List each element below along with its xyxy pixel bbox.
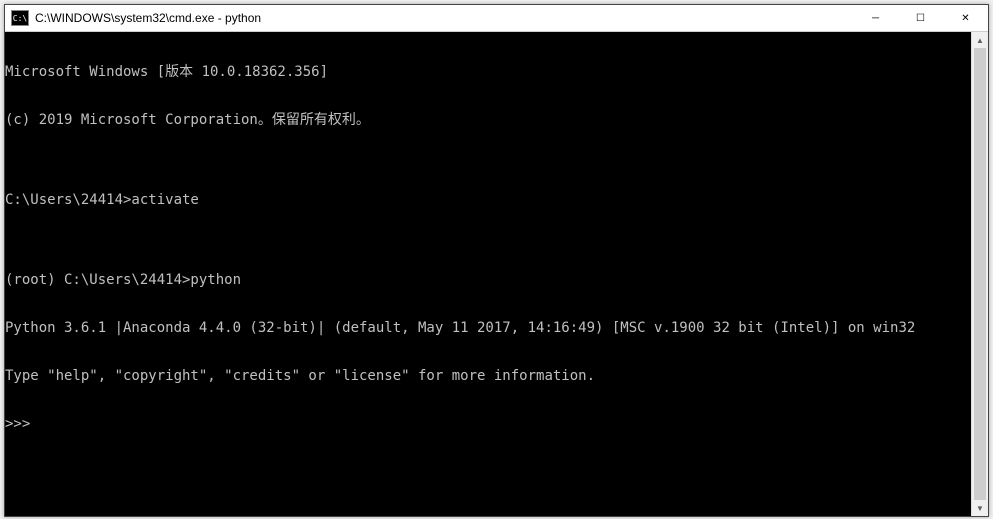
terminal-line: C:\Users\24414>activate bbox=[5, 192, 971, 208]
terminal-output[interactable]: Microsoft Windows [版本 10.0.18362.356] (c… bbox=[5, 32, 971, 516]
vertical-scrollbar[interactable]: ▲ ▼ bbox=[971, 32, 988, 516]
terminal-line: >>> bbox=[5, 416, 971, 432]
scroll-thumb[interactable] bbox=[974, 48, 986, 500]
window-title: C:\WINDOWS\system32\cmd.exe - python bbox=[35, 11, 853, 25]
cmd-window: C:\ C:\WINDOWS\system32\cmd.exe - python… bbox=[4, 4, 989, 517]
maximize-button[interactable]: ☐ bbox=[898, 5, 943, 31]
scroll-track[interactable] bbox=[972, 48, 988, 500]
scroll-down-button[interactable]: ▼ bbox=[972, 500, 988, 516]
cmd-icon: C:\ bbox=[11, 10, 29, 26]
client-area: Microsoft Windows [版本 10.0.18362.356] (c… bbox=[5, 32, 988, 516]
terminal-line: (c) 2019 Microsoft Corporation。保留所有权利。 bbox=[5, 112, 971, 128]
terminal-line: (root) C:\Users\24414>python bbox=[5, 272, 971, 288]
titlebar[interactable]: C:\ C:\WINDOWS\system32\cmd.exe - python… bbox=[5, 5, 988, 32]
close-button[interactable]: ✕ bbox=[943, 5, 988, 31]
minimize-button[interactable]: ─ bbox=[853, 5, 898, 31]
scroll-up-button[interactable]: ▲ bbox=[972, 32, 988, 48]
terminal-line: Microsoft Windows [版本 10.0.18362.356] bbox=[5, 64, 971, 80]
terminal-line: Type "help", "copyright", "credits" or "… bbox=[5, 368, 971, 384]
window-controls: ─ ☐ ✕ bbox=[853, 5, 988, 31]
terminal-line: Python 3.6.1 |Anaconda 4.4.0 (32-bit)| (… bbox=[5, 320, 971, 336]
